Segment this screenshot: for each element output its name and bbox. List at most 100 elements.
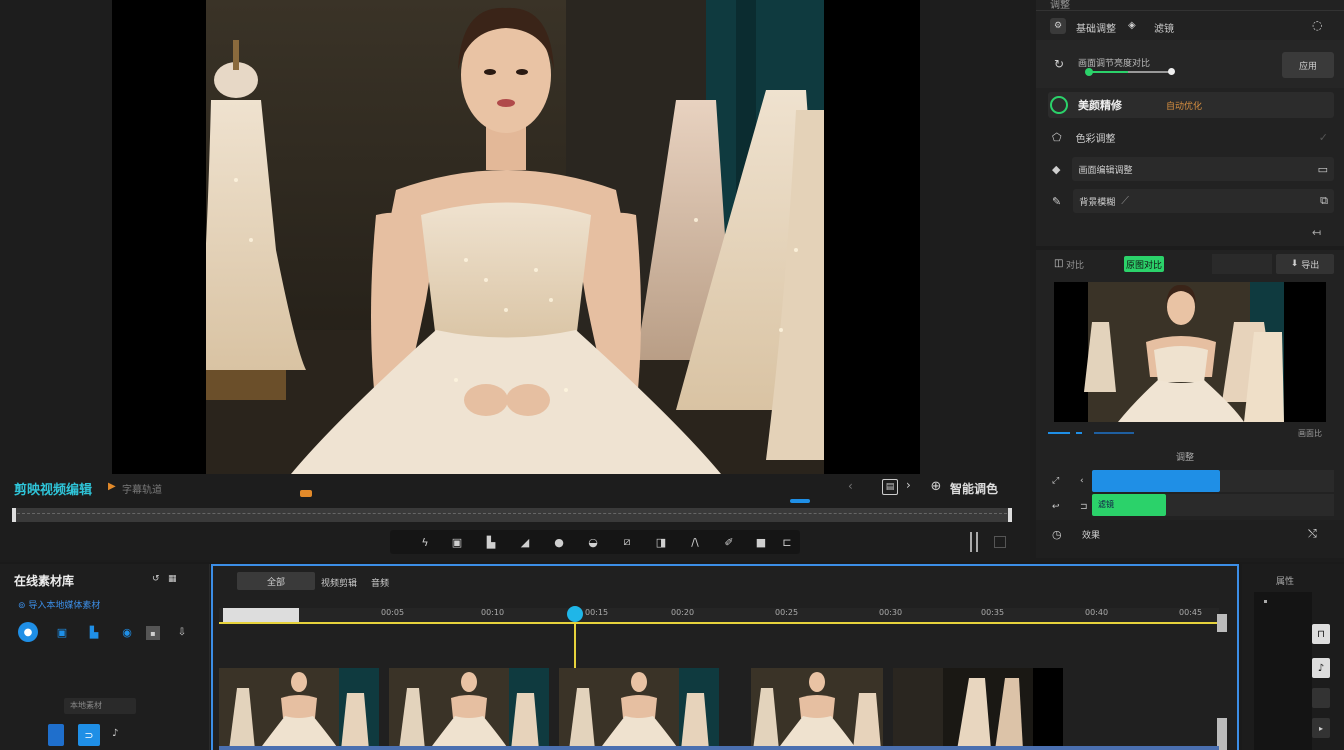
side-tool-1-icon[interactable]: ⊓	[1312, 624, 1330, 644]
active-adjust-row[interactable]: 美颜精修 自动优化	[1048, 92, 1334, 118]
apply-button[interactable]: 应用	[1282, 52, 1334, 78]
flag-icon: ▶	[108, 481, 116, 492]
clip-thumb[interactable]	[559, 668, 719, 750]
import-link-label: 导入本地媒体素材	[28, 601, 101, 611]
clip-thumb[interactable]	[751, 668, 883, 750]
clip-thumb[interactable]	[389, 668, 549, 750]
slider-handle-right[interactable]	[1168, 68, 1175, 75]
ratio-label: 画面比	[1298, 429, 1322, 438]
refresh-small-icon[interactable]: ↺	[152, 574, 160, 584]
magic-icon[interactable]: ⤭	[1308, 527, 1317, 541]
scrubber-ticks	[12, 513, 1012, 514]
tick-label: 00:15	[585, 608, 609, 617]
slider-handle-left[interactable]	[1085, 68, 1093, 76]
scrubber-track[interactable]	[12, 508, 1012, 522]
playhead-handle[interactable]	[567, 606, 583, 622]
pencil-icon[interactable]: ⟋	[1121, 194, 1129, 208]
ruler-scroll[interactable]	[1217, 614, 1227, 632]
active-row-label: 美颜精修	[1078, 99, 1122, 112]
tick-label: 00:05	[381, 608, 405, 617]
import-link[interactable]: ⊚ 导入本地媒体素材	[18, 598, 100, 611]
reset-icon[interactable]: ↤	[1312, 226, 1321, 239]
blur-row[interactable]: ✎ 背景模糊 ⟋ ⧉	[1048, 188, 1334, 214]
crop-icon[interactable]: ▣	[448, 533, 466, 551]
marker-orange[interactable]	[300, 490, 312, 497]
bracket-icon[interactable]: ⊏	[778, 533, 796, 551]
side-tool-2-icon[interactable]: ♪	[1312, 658, 1330, 678]
image-icon[interactable]: ▣	[54, 624, 70, 640]
record-icon[interactable]: ●	[18, 622, 38, 642]
blur-row-label: 背景模糊	[1079, 197, 1116, 208]
side-tool-3[interactable]	[1312, 688, 1330, 708]
audio-tile-icon[interactable]: ♪	[112, 728, 118, 739]
row-check-icon[interactable]: ✓	[1319, 131, 1328, 144]
bracket-small-icon[interactable]: ⊐	[1080, 502, 1088, 512]
clip-tile-1[interactable]	[48, 724, 64, 746]
refresh-icon[interactable]: ↻	[1054, 57, 1064, 71]
property-list[interactable]	[1254, 592, 1312, 750]
property-panel: 属性 ⊓ ♪ ▸	[1242, 564, 1344, 750]
shape-icon[interactable]: ◒	[584, 533, 602, 551]
stop-icon[interactable]	[994, 536, 1006, 548]
slash-icon[interactable]: ⧄	[618, 533, 636, 551]
loop-icon[interactable]: ↩	[1052, 502, 1060, 512]
inspector-tab-2[interactable]: 滤镜	[1154, 20, 1174, 35]
brush-icon[interactable]: ✐	[720, 533, 738, 551]
media-title: 在线素材库	[14, 574, 75, 588]
grid-small-icon[interactable]: ▦	[168, 574, 177, 584]
chat-icon[interactable]: ●	[550, 533, 568, 551]
color-row[interactable]: ⬠ 色彩调整 ✓	[1048, 124, 1334, 150]
inspector-tab-1[interactable]: 基础调整	[1076, 20, 1116, 35]
side-tool-4-icon[interactable]: ▸	[1312, 718, 1330, 738]
timeline-tab-audio[interactable]: 音频	[371, 576, 389, 589]
settings-icon[interactable]: ⚙	[1050, 18, 1066, 34]
pause-icon[interactable]	[970, 532, 978, 552]
mask-icon[interactable]: ◢	[516, 533, 534, 551]
clip-icon[interactable]: ▙	[482, 533, 500, 551]
timeline-tab-all[interactable]: 全部	[237, 572, 315, 590]
camera-icon[interactable]: ◉	[118, 624, 136, 640]
track2-label: 滤镜	[1098, 500, 1114, 509]
marker-blue[interactable]	[790, 499, 810, 503]
timer-icon[interactable]: ◷	[1052, 528, 1062, 541]
scrubber-start-handle[interactable]	[12, 508, 16, 522]
search-input[interactable]: 本地素材	[64, 698, 136, 714]
folder-icon[interactable]: ▙	[86, 624, 102, 640]
adjust-track-bar[interactable]	[1092, 470, 1220, 492]
mini-progress[interactable]	[1048, 432, 1070, 434]
fullscreen-icon[interactable]: ▤	[882, 479, 898, 495]
export-button[interactable]: ⬇ 导出	[1276, 254, 1334, 274]
scrubber-end-handle[interactable]	[1008, 508, 1012, 522]
audio-track-bar[interactable]	[219, 746, 1219, 750]
compare-icon[interactable]: ◫	[1054, 258, 1063, 269]
chevron-icon[interactable]: ‹	[1080, 476, 1084, 486]
time-ruler[interactable]: 00:05 00:10 00:15 00:20 00:25 00:30 00:3…	[219, 608, 1219, 624]
chevron-left-icon[interactable]: ‹	[848, 479, 853, 493]
help-icon[interactable]: ◌	[1312, 18, 1322, 32]
brush-tool-icon: ✎	[1052, 194, 1062, 208]
edit-row[interactable]: ◆ 画面编辑调整 ▭	[1048, 156, 1334, 182]
expand-icon[interactable]: ▭	[1318, 163, 1328, 176]
timeline-tab-video[interactable]: 视频剪辑	[321, 576, 357, 589]
link-tile-icon[interactable]: ⊃	[78, 724, 100, 746]
clip-thumb[interactable]	[219, 668, 379, 750]
compare-panel: ◫ 对比 原图对比 ⬇ 导出 画面比 调整 ⤢ ‹ ↩ ⊐ 滤镜 ◷ 效果 ⤭	[1036, 250, 1344, 558]
in-out-range[interactable]	[223, 608, 299, 622]
link-icon[interactable]: ⤢	[1052, 476, 1059, 486]
timeline-panel: 全部 视频剪辑 音频 00:05 00:10 00:15 00:20 00:25…	[211, 564, 1239, 750]
box-icon[interactable]: ■	[752, 533, 770, 551]
toggle-box-icon[interactable]: ⧉	[1320, 194, 1328, 208]
split-icon[interactable]: /\	[686, 533, 704, 551]
filter-icon[interactable]: ◈	[1128, 20, 1136, 31]
zoom-label: 智能调色	[950, 482, 999, 496]
zoom-icon[interactable]: ⊕	[928, 478, 944, 494]
lightning-icon[interactable]: ϟ	[416, 533, 434, 551]
box-small-icon[interactable]: ▪	[146, 626, 160, 640]
download-icon[interactable]: ⇩	[174, 624, 190, 640]
clip-thumb[interactable]	[893, 668, 1063, 750]
frame-icon[interactable]: ◨	[652, 533, 670, 551]
chevron-right-icon[interactable]: ›	[906, 478, 911, 492]
mini-preview-image	[1084, 282, 1284, 422]
compare-badge[interactable]: 原图对比	[1124, 256, 1164, 272]
adjust-slider[interactable]	[1085, 68, 1175, 76]
